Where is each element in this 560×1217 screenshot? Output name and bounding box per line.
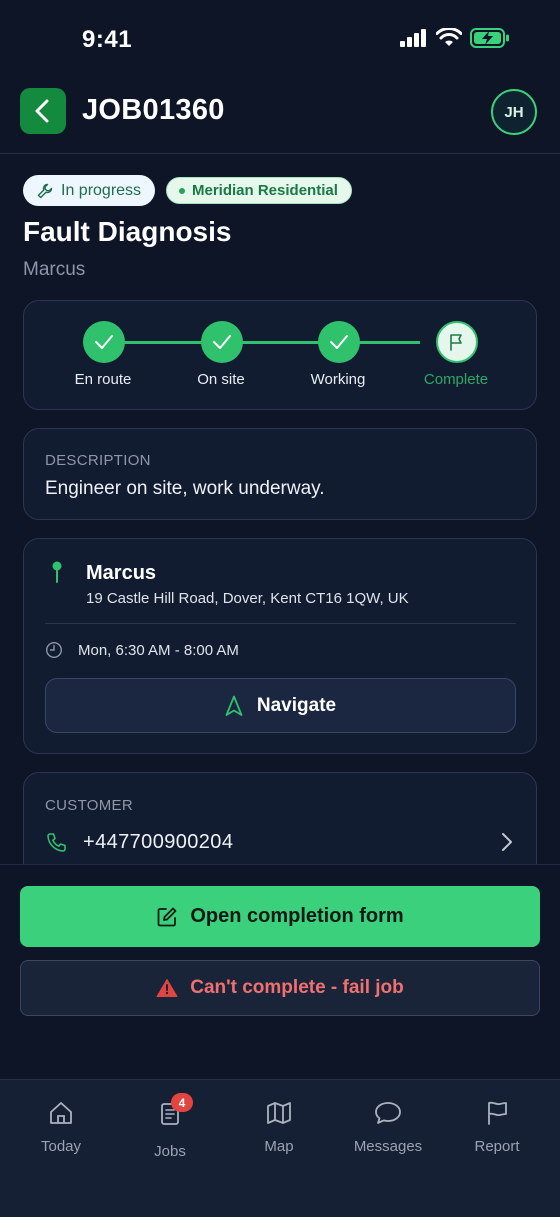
tab-label: Today [40, 1138, 82, 1155]
job-id-title: JOB01360 [82, 94, 225, 126]
tab-label: Jobs [154, 1143, 186, 1160]
jobs-count-badge: 4 [171, 1093, 193, 1112]
chevron-right-icon [502, 833, 512, 851]
complete-button-label: Open completion form [190, 905, 404, 927]
step-label: Complete [423, 371, 489, 388]
tab-jobs[interactable]: 4 Jobs [120, 1093, 220, 1160]
open-completion-form-button[interactable]: Open completion form [20, 886, 540, 947]
map-icon [267, 1102, 291, 1124]
tab-today[interactable]: Today [11, 1100, 111, 1155]
back-button[interactable] [20, 88, 66, 134]
step-label: En route [74, 371, 132, 388]
customer-phone[interactable]: +447700900204 [83, 831, 233, 854]
flag-icon [488, 1101, 507, 1125]
user-avatar[interactable]: JH [491, 89, 537, 135]
location-card: Marcus 19 Castle Hill Road, Dover, Kent … [23, 538, 537, 754]
fail-button-label: Can't complete - fail job [190, 977, 404, 998]
signal-icon [400, 29, 426, 47]
battery-charging-icon [470, 28, 509, 48]
clock-icon [45, 641, 63, 659]
tab-map[interactable]: Map [229, 1100, 329, 1155]
client-badge-label: Meridian Residential [192, 182, 338, 199]
step-label: Working [310, 371, 366, 388]
chevron-left-icon [35, 99, 49, 123]
step-label: On site [197, 371, 245, 388]
stepper-line [124, 341, 420, 344]
navigate-button[interactable]: Navigate [45, 678, 516, 733]
header-divider [0, 153, 560, 154]
engineer-name: Marcus [23, 259, 86, 280]
status-icons [400, 28, 510, 48]
client-dot [179, 187, 185, 194]
check-icon [213, 335, 231, 349]
client-badge: Meridian Residential [166, 177, 352, 204]
status-badge-label: In progress [61, 181, 142, 199]
job-title: Fault Diagnosis [23, 216, 232, 247]
description-label: DESCRIPTION [45, 452, 151, 469]
step-en-route-check [83, 321, 125, 363]
navigate-label: Navigate [256, 694, 337, 716]
step-complete-current [436, 321, 478, 363]
step-working-check [318, 321, 360, 363]
status-badge: In progress [23, 175, 156, 206]
description-card: DESCRIPTION Engineer on site, work under… [23, 428, 537, 520]
tab-report[interactable]: Report [447, 1100, 547, 1155]
description-text: Engineer on site, work underway. [45, 478, 325, 499]
tab-label: Map [264, 1138, 294, 1155]
customer-label: CUSTOMER [45, 797, 133, 814]
location-name: Marcus [86, 562, 157, 584]
location-address: 19 Castle Hill Road, Dover, Kent CT16 1Q… [86, 590, 409, 607]
navigation-arrow-icon [225, 695, 243, 716]
check-icon [330, 335, 348, 349]
phone-icon [47, 833, 66, 852]
warning-icon [156, 979, 178, 997]
wifi-icon [436, 28, 462, 46]
tab-label: Report [474, 1138, 520, 1155]
location-divider [45, 623, 516, 624]
jobs-icon-wrap: 4 [157, 1093, 193, 1131]
fail-job-button[interactable]: Can't complete - fail job [20, 960, 540, 1016]
tab-messages[interactable]: Messages [338, 1100, 438, 1155]
home-icon [50, 1102, 72, 1124]
wrench-icon [37, 183, 53, 198]
status-time: 9:41 [82, 26, 133, 53]
location-pin-icon [52, 561, 62, 583]
message-icon [375, 1102, 401, 1124]
time-window: Mon, 6:30 AM - 8:00 AM [78, 642, 239, 659]
flag-icon [450, 334, 462, 351]
progress-stepper: En route On site Working Complete [23, 300, 537, 410]
step-on-site-check [201, 321, 243, 363]
edit-icon [157, 907, 177, 926]
check-icon [95, 335, 113, 349]
tab-label: Messages [353, 1138, 423, 1155]
